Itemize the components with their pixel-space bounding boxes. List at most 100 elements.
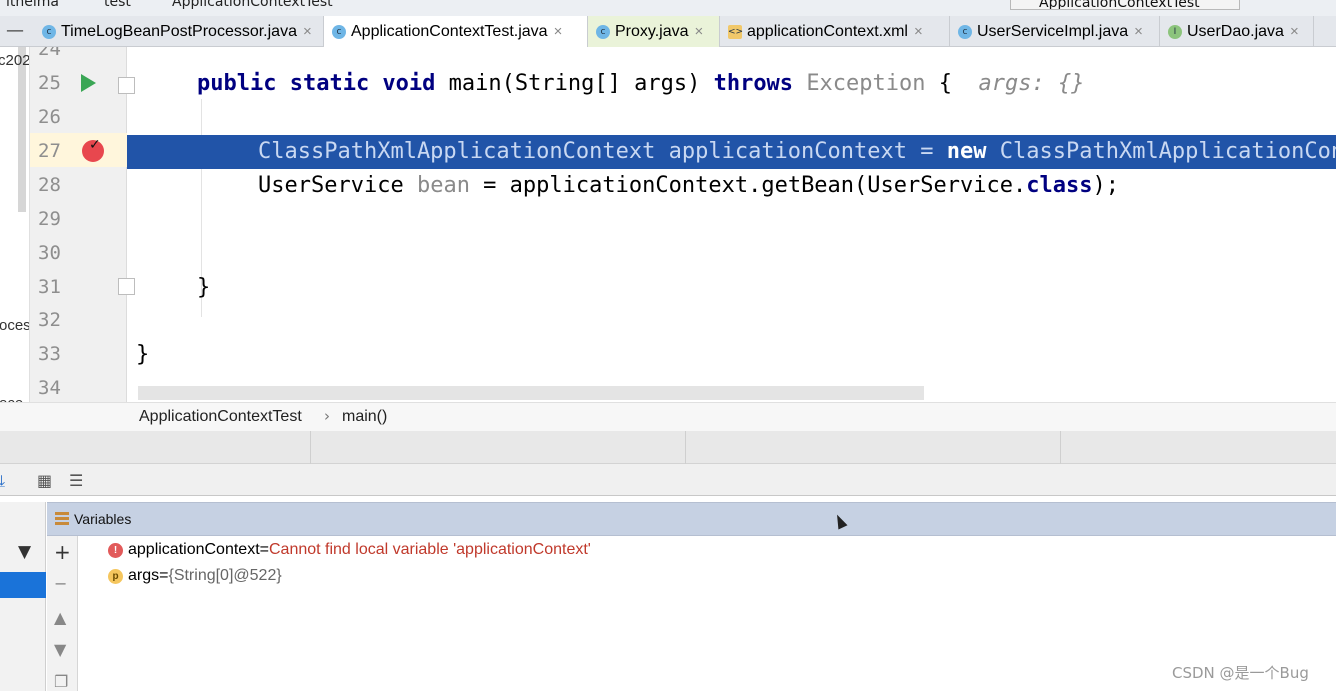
tab-label: applicationContext.xml bbox=[747, 22, 908, 40]
step-into-icon[interactable]: ⤓ bbox=[0, 471, 5, 491]
line-number: 33 bbox=[38, 343, 61, 365]
filter-icon[interactable]: ▼ bbox=[18, 542, 31, 562]
tab-timelogbeanpostprocessor[interactable]: c TimeLogBeanPostProcessor.java × bbox=[34, 16, 324, 47]
breakpoint-verified-icon: ✓ bbox=[89, 137, 101, 153]
variable-name: args bbox=[128, 567, 160, 584]
variables-title: Variables bbox=[74, 511, 132, 527]
parameter-icon: p bbox=[108, 568, 123, 584]
divider bbox=[1060, 431, 1061, 464]
breadcrumb-method[interactable]: main() bbox=[342, 408, 387, 426]
code-editor[interactable]: c202 roces roce 24 25 26 27 28 29 30 31 … bbox=[0, 47, 1336, 402]
close-icon[interactable]: × bbox=[303, 23, 312, 40]
xml-file-icon: <> bbox=[728, 24, 744, 39]
collapse-icon[interactable]: — bbox=[4, 20, 26, 41]
editor-tab-bar: — c TimeLogBeanPostProcessor.java × c Ap… bbox=[0, 16, 1336, 47]
tab-label: Proxy.java bbox=[615, 22, 689, 40]
code-text: ClassPathXmlApplicationContext applicati… bbox=[258, 139, 947, 164]
project-panel-edge: c202 roces roce bbox=[0, 47, 30, 402]
tab-label: ApplicationContextTest.java bbox=[351, 22, 548, 40]
variables-header: Variables bbox=[47, 502, 1336, 536]
line-number: 29 bbox=[38, 208, 61, 230]
table-view-icon[interactable]: ▦ bbox=[37, 471, 52, 490]
tab-applicationcontexttest[interactable]: c ApplicationContextTest.java × bbox=[324, 16, 588, 47]
code-line-33[interactable]: } bbox=[127, 338, 1336, 372]
code-text: = applicationContext.getBean(UserService… bbox=[469, 173, 1027, 198]
tab-label: TimeLogBeanPostProcessor.java bbox=[61, 22, 297, 40]
code-line-25[interactable]: public static void main(String[] args) t… bbox=[127, 67, 1336, 101]
run-configuration-select[interactable]: ApplicationContextTest bbox=[1010, 0, 1240, 10]
code-text: { bbox=[925, 71, 979, 96]
error-icon: ! bbox=[108, 542, 123, 558]
close-icon[interactable]: × bbox=[695, 23, 704, 40]
project-tree-fragment[interactable]: c202 bbox=[0, 52, 29, 69]
line-number: 30 bbox=[38, 242, 61, 264]
editor-horizontal-scrollbar[interactable] bbox=[138, 386, 924, 400]
line-number: 34 bbox=[38, 377, 61, 399]
project-tree-fragment[interactable]: roce bbox=[0, 395, 23, 402]
divider bbox=[310, 431, 311, 464]
code-keyword: new bbox=[946, 139, 987, 164]
tab-userdao[interactable]: I UserDao.java × bbox=[1160, 16, 1314, 47]
code-variable: bean bbox=[416, 173, 470, 198]
breakpoint-icon[interactable]: ✓ bbox=[82, 137, 104, 162]
close-icon[interactable]: × bbox=[1290, 23, 1299, 40]
tab-label: UserDao.java bbox=[1187, 22, 1284, 40]
code-text: ); bbox=[1092, 173, 1119, 198]
remove-watch-icon[interactable]: − bbox=[54, 574, 67, 593]
code-text: UserService bbox=[258, 173, 417, 198]
breadcrumb-class[interactable]: ApplicationContextTest bbox=[139, 408, 302, 426]
tab-proxy[interactable]: c Proxy.java × bbox=[588, 16, 720, 47]
selected-frame[interactable] bbox=[0, 572, 46, 598]
variable-row[interactable]: ! applicationContext = Cannot find local… bbox=[108, 539, 591, 561]
code-text: } bbox=[197, 275, 211, 300]
add-watch-icon[interactable]: + bbox=[54, 540, 71, 564]
variables-icon bbox=[55, 512, 69, 526]
tab-label: UserServiceImpl.java bbox=[977, 22, 1129, 40]
line-number: 28 bbox=[38, 174, 61, 196]
tab-applicationcontext-xml[interactable]: <> applicationContext.xml × bbox=[720, 16, 950, 47]
debug-tool-tabs bbox=[0, 431, 1336, 464]
run-gutter-icon[interactable] bbox=[81, 74, 96, 92]
interface-icon: I bbox=[1168, 24, 1182, 39]
debug-toolbar: ⤓ ▦ ☰ bbox=[0, 464, 1336, 496]
close-icon[interactable]: × bbox=[914, 23, 923, 40]
line-number: 31 bbox=[38, 276, 61, 298]
nav-crumb-folder[interactable]: test bbox=[104, 0, 131, 10]
class-icon: c bbox=[332, 24, 346, 39]
variable-row[interactable]: p args = {String[0]@522} bbox=[108, 565, 282, 587]
code-line-28[interactable]: UserService bean = applicationContext.ge… bbox=[127, 169, 1336, 203]
nav-crumb-class[interactable]: ApplicationContextTest bbox=[172, 0, 333, 10]
settings-list-icon[interactable]: ☰ bbox=[69, 471, 83, 490]
project-tree-fragment[interactable]: roces bbox=[0, 317, 29, 334]
navigation-bar: itheima test ApplicationContextTest Appl… bbox=[0, 0, 1336, 16]
code-line-27-current[interactable]: ClassPathXmlApplicationContext applicati… bbox=[127, 135, 1336, 169]
watermark: CSDN @是一个Bug bbox=[1172, 664, 1309, 682]
code-text: ClassPathXmlApplicationContext("applicat… bbox=[999, 139, 1336, 164]
code-keyword: throws bbox=[713, 71, 794, 96]
breadcrumb: ApplicationContextTest › main() bbox=[0, 402, 1336, 431]
project-scrollbar[interactable] bbox=[18, 47, 26, 212]
variable-value: {String[0]@522} bbox=[168, 567, 282, 584]
code-type: Exception bbox=[806, 71, 926, 96]
variable-name: applicationContext bbox=[128, 541, 260, 558]
close-icon[interactable]: × bbox=[1134, 23, 1143, 40]
tab-userserviceimpl[interactable]: c UserServiceImpl.java × bbox=[950, 16, 1160, 47]
variables-toolbar: + − ▲ ▼ ❐ bbox=[47, 536, 78, 691]
line-number: 26 bbox=[38, 106, 61, 128]
inline-debug-hint: args: {} bbox=[978, 71, 1085, 96]
variable-error-value: Cannot find local variable 'applicationC… bbox=[268, 541, 591, 558]
nav-crumb-package[interactable]: itheima bbox=[6, 0, 59, 10]
frames-panel: ▼ bbox=[0, 502, 46, 691]
variable-equals: = bbox=[259, 541, 269, 558]
line-number: 24 bbox=[38, 47, 61, 60]
move-up-icon[interactable]: ▲ bbox=[54, 608, 66, 627]
close-icon[interactable]: × bbox=[554, 23, 563, 40]
line-number: 32 bbox=[38, 309, 61, 331]
copy-icon[interactable]: ❐ bbox=[54, 672, 68, 691]
code-line-31[interactable]: } bbox=[127, 271, 1336, 305]
line-number: 25 bbox=[38, 72, 61, 94]
class-icon: c bbox=[596, 24, 610, 39]
move-down-icon[interactable]: ▼ bbox=[54, 640, 66, 659]
code-text: } bbox=[136, 342, 150, 367]
